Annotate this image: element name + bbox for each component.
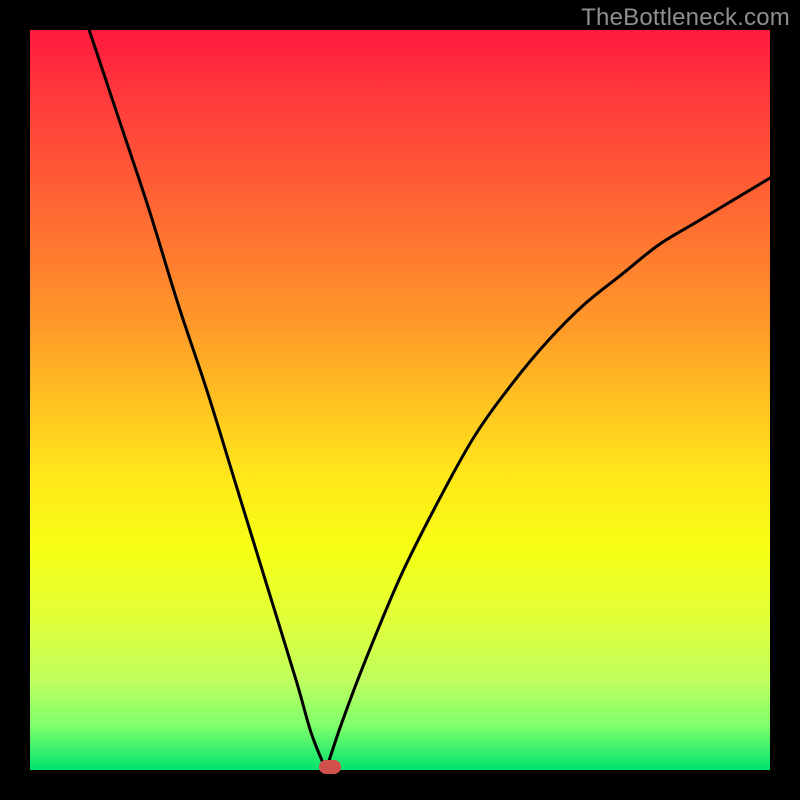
- minimum-marker: [319, 760, 341, 774]
- plot-area: [30, 30, 770, 770]
- watermark-text: TheBottleneck.com: [581, 4, 790, 32]
- chart-frame: TheBottleneck.com: [0, 0, 800, 800]
- bottleneck-curve: [30, 30, 770, 770]
